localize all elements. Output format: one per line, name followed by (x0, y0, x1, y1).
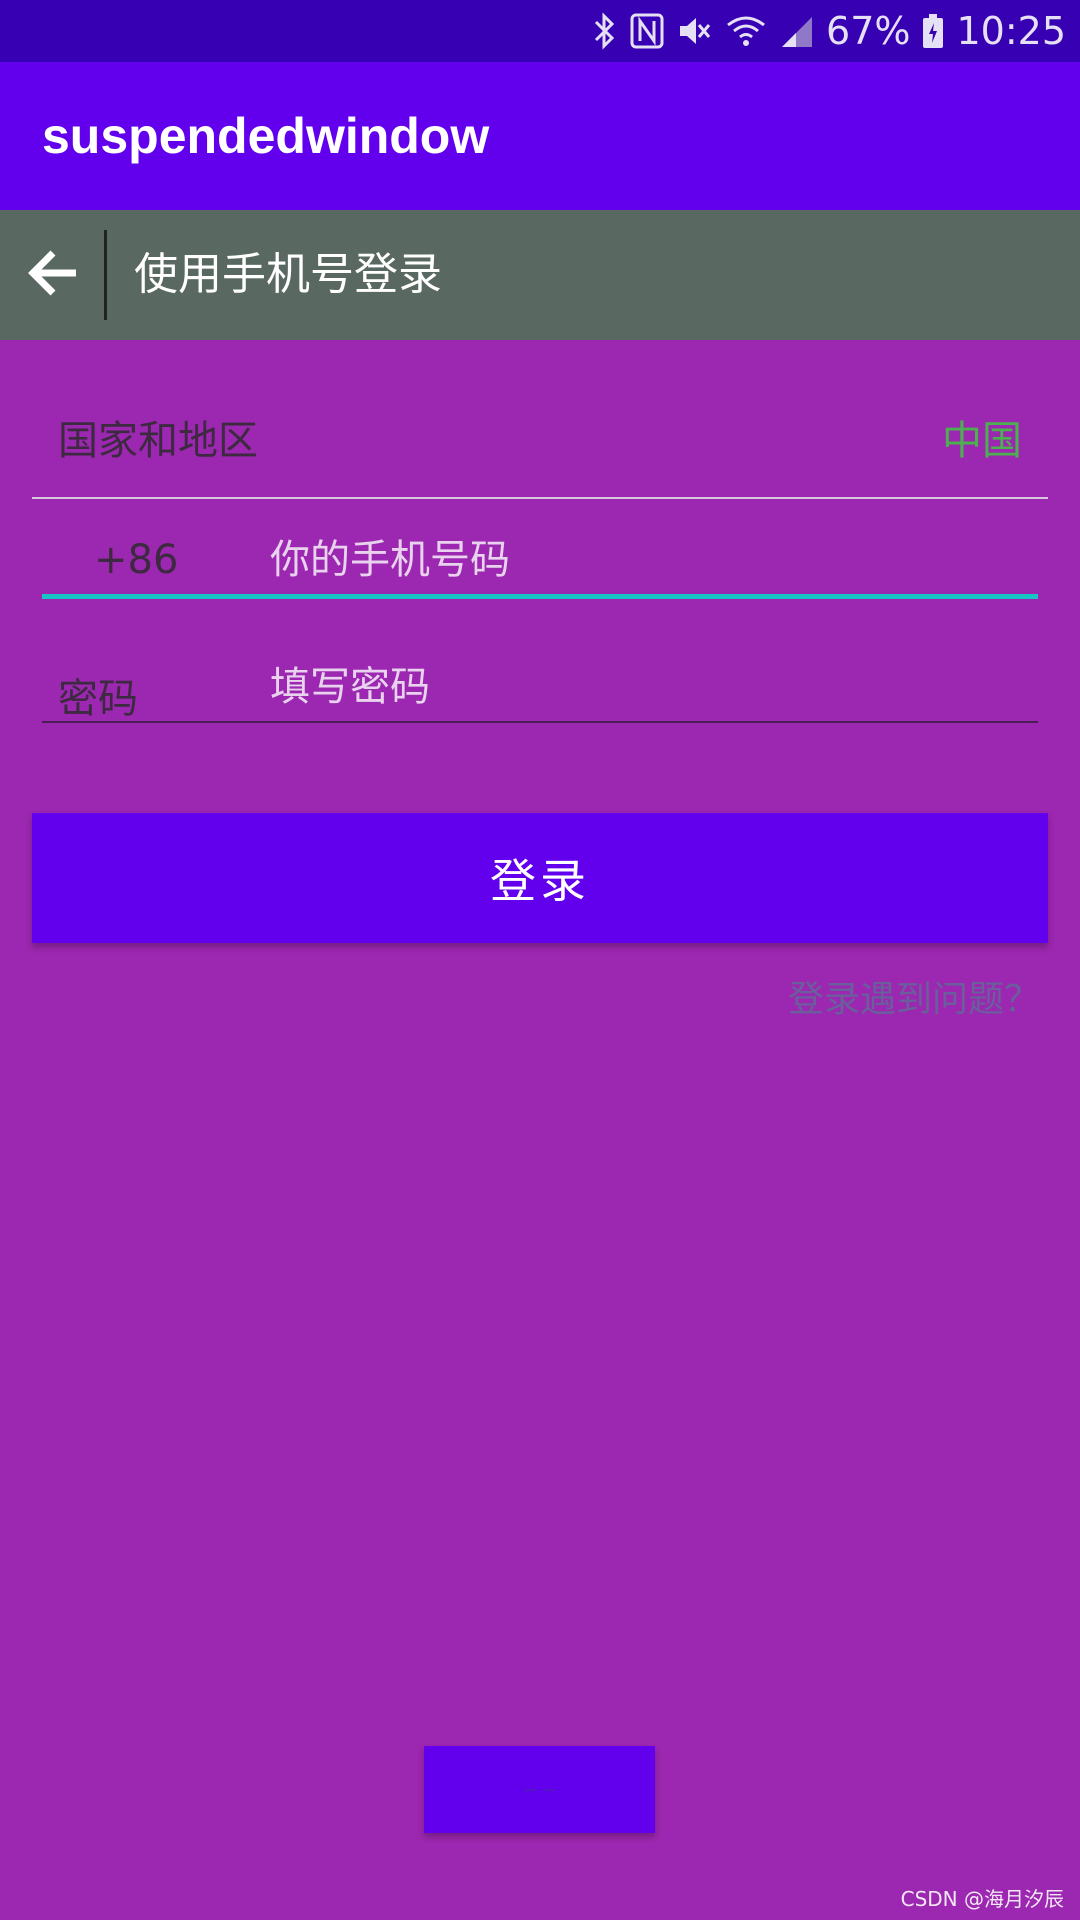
wifi-icon (724, 13, 768, 49)
login-button[interactable]: 登录 (32, 813, 1048, 943)
watermark: CSDN @海月汐辰 (900, 1887, 1064, 1911)
country-code: +86 (94, 537, 179, 583)
password-input-underline (42, 721, 1038, 723)
nfc-icon (630, 13, 664, 49)
region-selector[interactable]: 国家和地区 中国 (32, 376, 1048, 496)
signal-icon (780, 13, 814, 49)
clock: 10:25 (956, 9, 1066, 53)
password-row: 密码 (42, 652, 1038, 724)
region-label: 国家和地区 (58, 418, 258, 464)
region-divider (32, 497, 1048, 499)
arrow-left-icon (26, 246, 82, 304)
bluetooth-icon (592, 11, 618, 51)
login-help-link[interactable]: 登录遇到问题？ (788, 970, 1040, 1022)
page-title: 使用手机号登录 (134, 249, 442, 300)
sub-toolbar: 使用手机号登录 (0, 210, 1080, 340)
phone-input[interactable] (270, 525, 1010, 595)
floating-window-button[interactable]: — — (424, 1746, 655, 1833)
region-value: 中国 (942, 418, 1022, 464)
status-icons: 67% 10:25 (592, 0, 1066, 62)
battery-percent: 67% (826, 9, 911, 53)
app-title: suspendedwindow (42, 108, 490, 164)
toolbar-divider (104, 230, 107, 320)
phone-input-underline (42, 594, 1038, 599)
mute-icon (676, 13, 712, 49)
battery-icon (922, 13, 944, 49)
password-input[interactable] (270, 652, 1010, 722)
status-bar: 67% 10:25 (0, 0, 1080, 62)
phone-row: +86 (42, 525, 1038, 600)
app-bar: suspendedwindow (0, 62, 1080, 210)
password-label: 密码 (58, 676, 138, 722)
back-button[interactable] (22, 240, 86, 310)
